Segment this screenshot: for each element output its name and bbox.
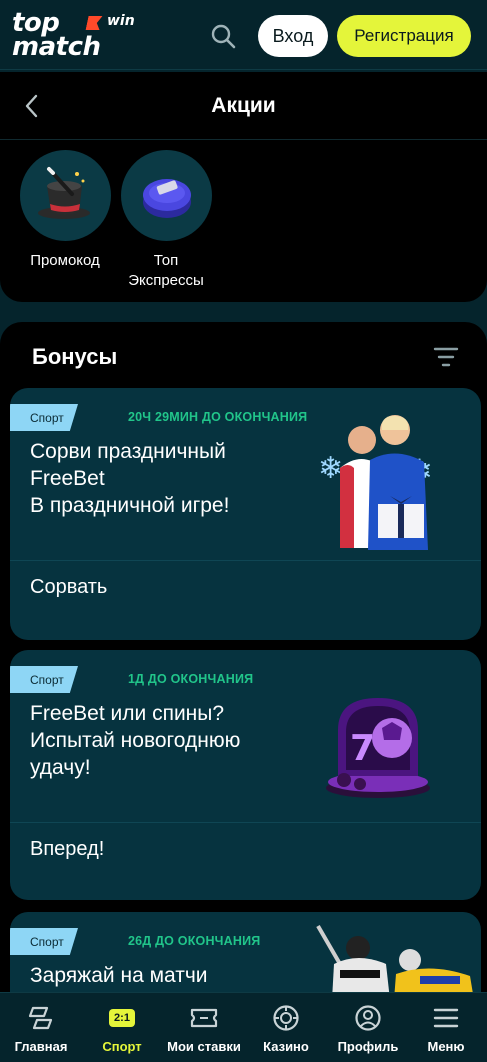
countdown-timer: 1Д ДО ОКОНЧАНИЯ — [128, 672, 254, 686]
home-icon — [26, 1003, 56, 1033]
logo-bottom-text: match — [12, 32, 101, 62]
story-label: Промокод — [30, 252, 100, 269]
bottom-navigation: Главная 2:1 Спорт Мои ставки Казино Проф… — [0, 992, 487, 1062]
nav-item-sport[interactable]: 2:1 Спорт — [81, 1001, 163, 1057]
bonus-title-line: Заряжай на матчи — [30, 964, 208, 987]
bonus-title-line: FreeBet или спины? — [30, 702, 225, 725]
brand-logo[interactable]: top win match — [10, 8, 140, 60]
search-button[interactable] — [205, 18, 241, 54]
bonus-title-line: FreeBet — [30, 467, 105, 490]
ticket-stack-icon — [120, 150, 212, 241]
nav-label: Спорт — [102, 1039, 142, 1054]
bonus-title-line: удачу! — [30, 756, 91, 779]
bonus-title: Заряжай на матчи — [30, 962, 310, 989]
login-button[interactable]: Вход — [258, 15, 328, 57]
svg-text:7: 7 — [350, 728, 375, 769]
profile-icon — [353, 1003, 383, 1033]
card-divider — [10, 560, 481, 561]
bonus-title-line: В праздничной игре! — [30, 494, 230, 517]
nav-item-profile[interactable]: Профиль — [327, 1001, 409, 1057]
players-gift-image: ❄ ❄ — [318, 415, 433, 550]
countdown-timer: 26Д ДО ОКОНЧАНИЯ — [128, 934, 261, 948]
promotions-panel: Акции Промокод Топ Экспрессы — [0, 72, 487, 302]
bonuses-section: Бонусы Спорт 20Ч 29МИН ДО ОКОНЧАНИЯ Сорв… — [0, 322, 487, 1032]
bonus-title: FreeBet или спины? Испытай новогоднюю уд… — [30, 700, 310, 781]
magic-hat-icon — [19, 150, 111, 241]
logo-win-text: win — [107, 13, 135, 29]
bonus-title-line: Сорви праздничный — [30, 440, 226, 463]
register-button[interactable]: Регистрация — [337, 15, 471, 57]
bonus-card[interactable]: Спорт 20Ч 29МИН ДО ОКОНЧАНИЯ Сорви празд… — [10, 388, 481, 640]
nav-label: Главная — [14, 1039, 68, 1054]
nav-item-my-bets[interactable]: Мои ставки — [163, 1001, 245, 1057]
story-top-express[interactable]: Топ Экспрессы — [116, 150, 216, 291]
nav-item-menu[interactable]: Меню — [405, 1001, 487, 1057]
story-label: Топ Экспрессы — [128, 252, 204, 289]
page-title: Акции — [211, 94, 276, 117]
filter-button[interactable] — [432, 344, 460, 370]
sport-badge: 2:1 — [109, 1009, 135, 1027]
top-bar: top win match Вход Регистрация — [0, 0, 487, 70]
card-action-button[interactable]: Сорвать — [30, 576, 107, 599]
bonus-title: Сорви праздничный FreeBet В праздничной … — [30, 438, 310, 519]
promotions-header: Акции — [0, 72, 487, 140]
section-title: Бонусы — [32, 344, 118, 369]
nav-item-home[interactable]: Главная — [0, 1001, 82, 1057]
card-divider — [10, 822, 481, 823]
nav-item-casino[interactable]: Казино — [245, 1001, 327, 1057]
category-tag: Спорт — [10, 404, 78, 431]
nav-label: Профиль — [337, 1039, 399, 1054]
nav-label: Меню — [427, 1039, 465, 1054]
search-icon — [211, 24, 236, 49]
card-action-button[interactable]: Вперед! — [30, 838, 104, 861]
svg-text:❄: ❄ — [318, 451, 343, 486]
logo-flag-icon — [86, 16, 103, 30]
story-promocode[interactable]: Промокод — [15, 150, 115, 271]
countdown-timer: 20Ч 29МИН ДО ОКОНЧАНИЯ — [128, 410, 308, 424]
bonus-card[interactable]: Спорт 1Д ДО ОКОНЧАНИЯ FreeBet или спины?… — [10, 650, 481, 900]
category-tag: Спорт — [10, 928, 78, 955]
nav-label: Мои ставки — [167, 1039, 241, 1054]
hockey-players-image — [316, 924, 474, 1000]
filter-icon — [433, 347, 459, 367]
ticket-icon — [189, 1003, 219, 1033]
menu-icon — [431, 1003, 461, 1033]
bonus-title-line: Испытай новогоднюю — [30, 729, 241, 752]
category-tag: Спорт — [10, 666, 78, 693]
casino-chip-icon — [271, 1003, 301, 1033]
slot-ball-image: 7 — [326, 698, 430, 798]
nav-label: Казино — [263, 1039, 309, 1054]
sport-badge-icon: 2:1 — [107, 1003, 137, 1033]
